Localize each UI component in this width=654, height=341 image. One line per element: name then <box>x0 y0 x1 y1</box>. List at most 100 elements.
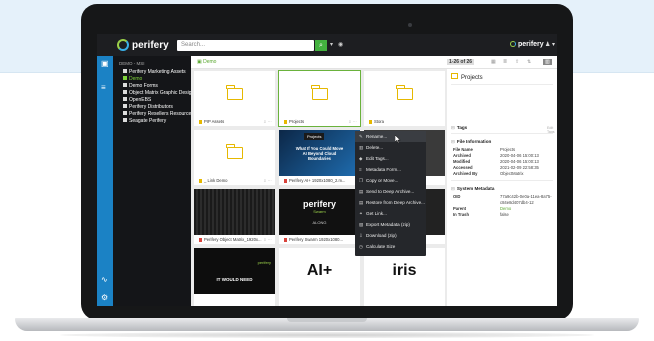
download-icon: ⇩ <box>359 233 363 238</box>
thumbnail: perifery IT WOULD NEED <box>194 248 275 294</box>
menu-item-restore-from-deep-archive[interactable]: ▤ Restore from Deep Archive... <box>355 197 426 208</box>
tree-item-demo-forms[interactable]: Demo Forms <box>123 83 158 89</box>
info-row: Modified 2020-04-06 15:00:13 <box>453 159 539 164</box>
grid-card[interactable]: iris <box>364 248 445 306</box>
menu-item-label: Rename... <box>366 134 388 139</box>
tenant-brand-name: perifery <box>518 41 544 48</box>
folder-icon <box>451 73 458 79</box>
camera-icon <box>408 23 412 27</box>
menu-item-send-to-deep-archive[interactable]: ▤ Send to Deep Archive... <box>355 186 426 197</box>
menu-item-edit-tags[interactable]: ◆ Edit Tags... <box>355 153 426 164</box>
tree-item-perifery-resellers-resources[interactable]: Perifery Resellers Resources <box>123 111 194 117</box>
menu-item-label: Metadata Form... <box>366 167 401 172</box>
menu-item-copy-or-move[interactable]: ❐ Copy or Move... <box>355 175 426 186</box>
panel-title-label: Projects <box>461 75 483 81</box>
card-caption: PIP Assets ⇩ ⋯ <box>194 117 275 126</box>
grid-card[interactable]: _ Link Demo ⇩ ⋯ <box>194 130 275 185</box>
menu-item-download[interactable]: ⇩ Download (zip) <box>355 230 426 241</box>
video-icon <box>284 179 287 183</box>
vault-icon <box>123 111 127 115</box>
eye-icon[interactable]: ◉ <box>338 41 343 48</box>
thumb-small-logo: perifery <box>257 260 271 265</box>
info-key: OID <box>453 194 461 199</box>
grid-card[interactable]: perifery IT WOULD NEED <box>194 248 275 306</box>
card-caption: Projects ⇩ ⋯ <box>279 117 360 126</box>
tree-item-perifery-marketing-assets[interactable]: Perifery Marketing Assets <box>123 69 186 75</box>
grid-view-icon[interactable]: ▦ <box>491 59 496 65</box>
info-value: 77a9c42b-0e0a-11ea-8a75- <box>500 194 552 199</box>
grid-card-selected[interactable]: Projects ⇩ ⋯ <box>278 70 361 127</box>
menu-item-export-metadata[interactable]: ▧ Export Metadata (zip) <box>355 219 426 230</box>
thumbnail <box>194 189 275 235</box>
chevron-down-icon[interactable]: ▾ <box>330 41 333 48</box>
breadcrumb-bar: ▣ Demo <box>191 56 447 69</box>
info-row: In Trash false <box>453 212 509 217</box>
perifery-logo-icon <box>117 39 129 51</box>
card-name: Perifery Object Matrix_1920x... <box>204 237 262 242</box>
tree-root-label: DEMO - MSI <box>119 61 145 66</box>
pencil-icon: ✎ <box>359 134 363 139</box>
file-information-section[interactable]: ⊟ File Information <box>451 139 491 145</box>
restore-icon: ▤ <box>359 200 364 205</box>
breadcrumb[interactable]: ▣ Demo <box>197 59 216 65</box>
laptop-notch <box>287 318 367 322</box>
card-name: Perifery AI+ 1920x1080_2.m... <box>289 178 346 183</box>
files-icon[interactable]: ▣ <box>101 60 109 68</box>
tree-item-label: Perifery Resellers Resources <box>129 111 194 117</box>
info-value: ObjectMatrix <box>500 171 524 176</box>
grid-card[interactable]: perifery Swarm ALONG Perifery Swarm 1920… <box>279 189 360 244</box>
tree-item-label: Perifery Marketing Assets <box>129 69 186 75</box>
card-actions-icon[interactable]: ⇩ ⋯ <box>263 117 272 126</box>
menu-item-get-link[interactable]: ⚭ Get Link... <box>355 208 426 219</box>
upload-icon[interactable]: ⇧ <box>515 59 519 65</box>
menu-item-calculate-size[interactable]: ◷ Calculate Size <box>355 241 426 252</box>
thumb-ai-plus: AI+ <box>306 262 333 279</box>
grid-card[interactable]: Stora <box>364 71 445 126</box>
info-key: Parent <box>453 206 467 211</box>
menu-item-delete[interactable]: ▥ Delete... <box>355 142 426 153</box>
card-caption: _ Link Demo ⇩ ⋯ <box>194 176 275 185</box>
info-key: Archived <box>453 153 471 158</box>
info-value-link[interactable]: Demo <box>500 206 511 211</box>
grid-card[interactable]: Perifery Object Matrix_1920x... ⇩ ⋯ <box>194 189 275 244</box>
thumbnail: perifery Swarm ALONG <box>279 189 360 235</box>
vault-icon <box>123 97 127 101</box>
folder-icon <box>226 144 243 159</box>
list-view-icon[interactable]: ≣ <box>503 59 507 65</box>
tree-item-seagate-perifery[interactable]: Seagate Perifery <box>123 118 166 124</box>
card-actions-icon[interactable]: ⇩ ⋯ <box>263 235 272 244</box>
menu-item-rename[interactable]: ✎ Rename... <box>355 131 426 142</box>
search-button[interactable]: ⌕ <box>315 40 327 51</box>
user-menu-icon[interactable]: ♟ ▾ <box>545 41 555 48</box>
info-key: Archived By <box>453 171 478 176</box>
divider <box>451 133 553 134</box>
thumb-caption-text: ALONG <box>312 220 327 225</box>
tree-item-label: Demo <box>129 76 143 82</box>
settings-icon[interactable]: ⚙ <box>101 294 108 302</box>
tree-item-demo[interactable]: Demo <box>123 76 142 82</box>
perifery-logo-icon <box>510 41 516 47</box>
menu-item-metadata-form[interactable]: ≡ Metadata Form... <box>355 164 426 175</box>
info-panel-icon[interactable]: ▥ <box>543 59 552 65</box>
info-value: 2020-04-06 15:00:13 <box>500 153 539 158</box>
brand-logo[interactable]: perifery <box>117 39 169 51</box>
card-caption: Perifery AI+ 1920x1080_2.m... <box>279 176 360 185</box>
info-key: Modified <box>453 159 471 164</box>
system-metadata-section[interactable]: ⊟ System Metadata <box>451 186 494 192</box>
tags-section[interactable]: ⊟ Tags <box>451 125 467 131</box>
card-actions-icon[interactable]: ⇩ ⋯ <box>348 117 357 126</box>
search-input[interactable]: Search... <box>177 40 314 51</box>
card-actions-icon[interactable]: ⇩ ⋯ <box>263 176 272 185</box>
activity-icon[interactable]: ∿ <box>101 276 108 284</box>
tree-item-object-matrix-graphic-design[interactable]: Object Matrix Graphic Design <box>123 90 194 96</box>
video-icon <box>284 238 287 242</box>
link-icon: ⚭ <box>359 211 363 216</box>
tree-item-openebs[interactable]: OpenEBS <box>123 97 151 103</box>
card-name: PIP Assets <box>204 119 225 124</box>
grid-card[interactable]: PIP Assets ⇩ ⋯ <box>194 71 275 126</box>
sort-icon[interactable]: ⇅ <box>527 59 531 65</box>
grid-card[interactable]: AI+ <box>279 248 360 306</box>
tree-item-perifery-distributors[interactable]: Perifery Distributors <box>123 104 173 110</box>
info-row: OID 77a9c42b-0e0a-11ea-8a75- <box>453 194 552 199</box>
hamburger-menu-icon[interactable]: ≡ <box>101 84 106 92</box>
